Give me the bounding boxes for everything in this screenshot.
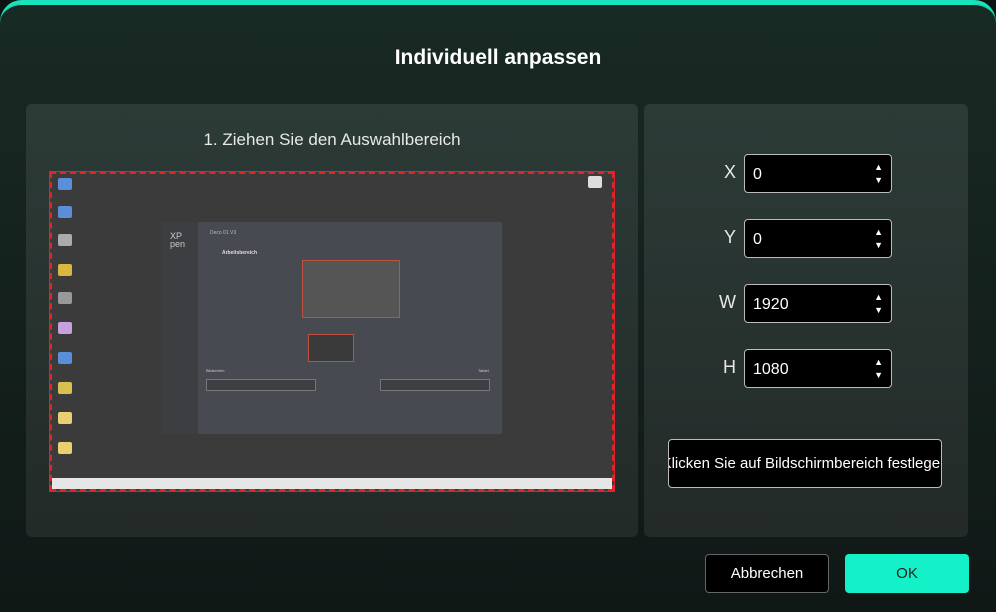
field-x: X 0 ▲▼: [644, 154, 968, 194]
coordinates-panel: X 0 ▲▼ Y 0 ▲▼ W 1920 ▲▼ H 1080 ▲▼ Klicken Si…: [644, 104, 968, 537]
screen-label: Bildschirm: [206, 368, 224, 373]
folder-icon: [58, 442, 72, 454]
h-value: 1080: [753, 361, 789, 378]
mini-screen: [302, 260, 400, 318]
tablet-label: Tablet: [478, 368, 489, 373]
desktop-icon: [58, 322, 72, 334]
app-window-thumbnail: XP pen Deco 01 V3 Arbeitsbereich Bildsch…: [162, 222, 502, 434]
xppen-logo: XP pen: [170, 232, 198, 248]
folder-icon: [58, 382, 72, 394]
app-title: Deco 01 V3: [210, 230, 236, 236]
y-input[interactable]: 0 ▲▼: [744, 219, 892, 258]
folder-icon: [58, 412, 72, 424]
h-input[interactable]: 1080 ▲▼: [744, 349, 892, 388]
desktop-icon: [58, 264, 72, 276]
ok-button[interactable]: OK: [845, 554, 969, 593]
taskbar: [52, 478, 612, 489]
x-label: X: [724, 162, 736, 183]
w-input[interactable]: 1920 ▲▼: [744, 284, 892, 323]
cancel-button[interactable]: Abbrechen: [705, 554, 829, 593]
desktop-icon: [58, 292, 72, 304]
y-value: 0: [753, 231, 762, 248]
desktop-icon: [58, 178, 72, 190]
field-y: Y 0 ▲▼: [644, 219, 968, 259]
step-instruction: 1. Ziehen Sie den Auswahlbereich: [26, 130, 638, 150]
monitor-select: [206, 379, 316, 391]
app-page: Arbeitsbereich: [222, 250, 257, 256]
mini-tablet: [308, 334, 354, 362]
preview-panel: 1. Ziehen Sie den Auswahlbereich XP pen …: [26, 104, 638, 537]
x-value: 0: [753, 166, 762, 183]
desktop-icon: [58, 352, 72, 364]
set-screen-area-button[interactable]: Klicken Sie auf Bildschirmbereich festle…: [668, 439, 942, 488]
w-value: 1920: [753, 296, 789, 313]
field-h: H 1080 ▲▼: [644, 349, 968, 389]
spinner-icon[interactable]: ▲▼: [874, 356, 883, 382]
field-w: W 1920 ▲▼: [644, 284, 968, 324]
rotation-select: [380, 379, 490, 391]
desktop-icon: [58, 206, 72, 218]
dialog-title: Individuell anpassen: [0, 46, 996, 70]
custom-area-dialog: Individuell anpassen 1. Ziehen Sie den A…: [0, 0, 996, 612]
recycle-bin-icon: [58, 234, 72, 246]
screen-area-selector[interactable]: XP pen Deco 01 V3 Arbeitsbereich Bildsch…: [50, 172, 614, 491]
spinner-icon[interactable]: ▲▼: [874, 291, 883, 317]
desktop-icon: [588, 176, 602, 188]
spinner-icon[interactable]: ▲▼: [874, 161, 883, 187]
x-input[interactable]: 0 ▲▼: [744, 154, 892, 193]
y-label: Y: [724, 227, 736, 248]
spinner-icon[interactable]: ▲▼: [874, 226, 883, 252]
h-label: H: [723, 357, 736, 378]
w-label: W: [719, 292, 736, 313]
app-sidebar: XP pen: [162, 222, 198, 434]
